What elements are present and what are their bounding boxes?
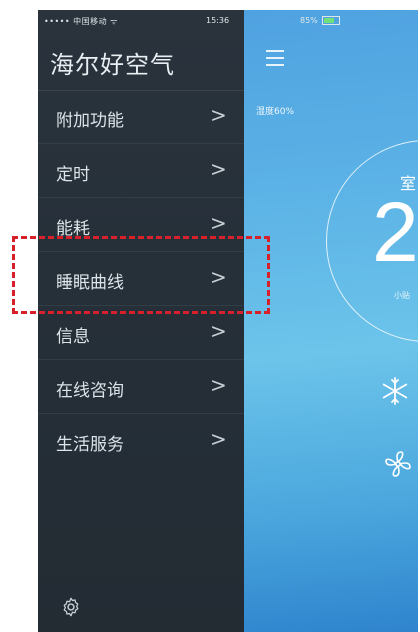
- chevron-right-icon: >: [210, 157, 227, 181]
- chevron-right-icon: >: [210, 427, 227, 451]
- menu-item-label: 信息: [56, 327, 90, 347]
- menu-item-timer[interactable]: 定时 >: [38, 144, 244, 198]
- carrier-signal: ••••• 中国移动 ᯤ: [44, 17, 118, 26]
- menu-item-label: 生活服务: [56, 435, 124, 455]
- chevron-right-icon: >: [210, 103, 227, 127]
- phone-screen: ••••• 中国移动 ᯤ 15:36 85% 海尔好空气 附加功能 > 定时 >…: [38, 10, 418, 632]
- highlight-box: [12, 236, 270, 314]
- menu-item-online-consult[interactable]: 在线咨询 >: [38, 360, 244, 414]
- app-title: 海尔好空气: [50, 51, 175, 79]
- status-bar: ••••• 中国移动 ᯤ 15:36 85%: [38, 10, 418, 32]
- menu-item-label: 在线咨询: [56, 381, 124, 401]
- menu-item-info[interactable]: 信息 >: [38, 306, 244, 360]
- main-panel: 湿度60% 室 2 小贴: [244, 10, 418, 632]
- menu-item-label: 附加功能: [56, 111, 124, 131]
- chevron-right-icon: >: [210, 319, 227, 343]
- menu-item-extra-functions[interactable]: 附加功能 >: [38, 90, 244, 144]
- battery-percent: 85%: [300, 16, 318, 25]
- temperature-value: 2: [372, 185, 418, 279]
- battery-icon: [321, 16, 340, 25]
- snowflake-icon[interactable]: [379, 375, 411, 407]
- tip-label: 小贴: [394, 291, 410, 300]
- gear-icon[interactable]: [60, 596, 82, 618]
- status-time: 15:36: [206, 16, 230, 25]
- menu-item-life-service[interactable]: 生活服务 >: [38, 414, 244, 467]
- menu-item-label: 定时: [56, 165, 90, 185]
- status-indicators: 85%: [300, 16, 340, 25]
- side-drawer: 海尔好空气 附加功能 > 定时 > 能耗 > 睡眠曲线 > 信息 > 在线咨询 …: [38, 10, 244, 632]
- chevron-right-icon: >: [210, 373, 227, 397]
- hamburger-icon[interactable]: [266, 50, 284, 66]
- fan-icon[interactable]: [382, 448, 414, 480]
- humidity-readout: 湿度60%: [256, 107, 295, 117]
- chevron-right-icon: >: [210, 211, 227, 235]
